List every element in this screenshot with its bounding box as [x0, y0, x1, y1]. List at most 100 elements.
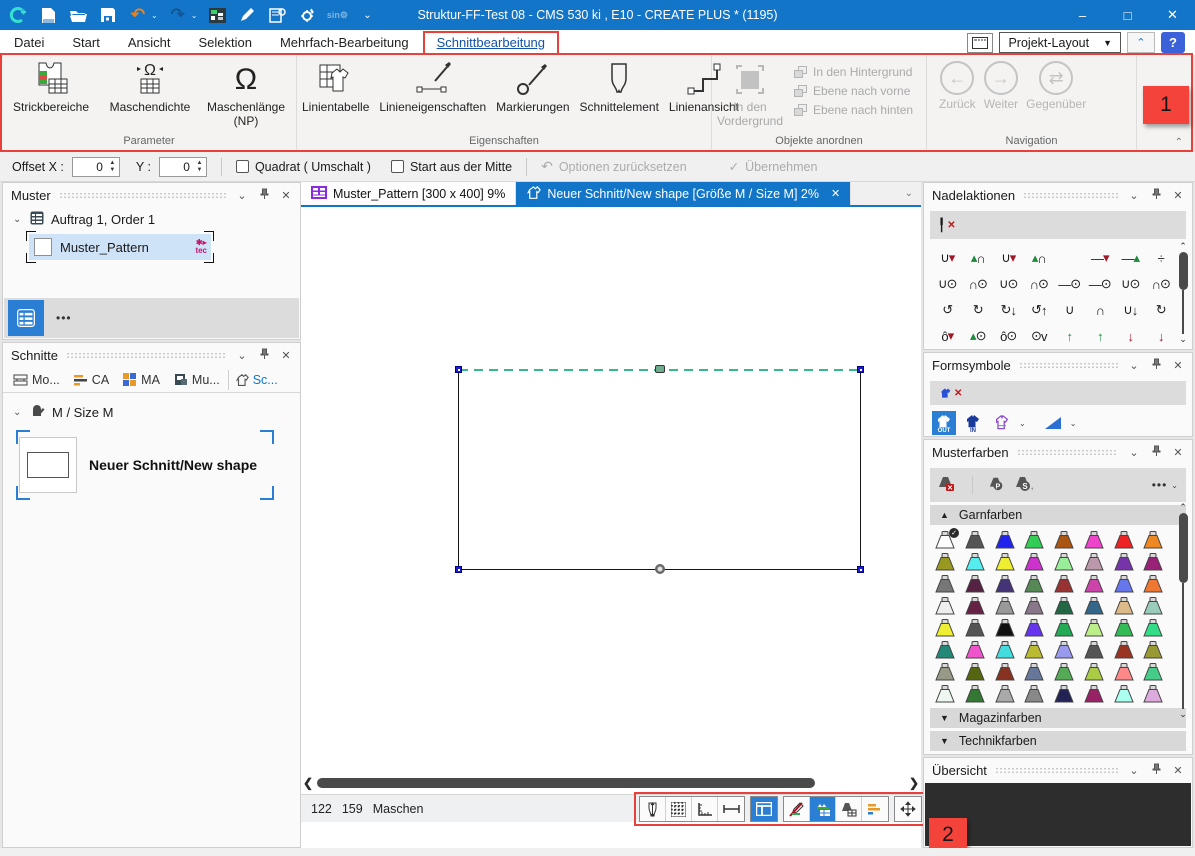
yarn-color-swatch[interactable]: [1083, 575, 1105, 593]
yarn-color-swatch[interactable]: [1113, 531, 1135, 549]
pattern-view-icon[interactable]: [810, 797, 836, 821]
zurueck-button[interactable]: ←Zurück: [935, 57, 980, 111]
yarn-color-swatch[interactable]: [1142, 663, 1164, 681]
yarn-color-swatch[interactable]: [994, 553, 1016, 571]
needle-scrollbar[interactable]: ⌃ ⌄: [1176, 241, 1190, 345]
needle-action-symbol[interactable]: ∪▾: [993, 245, 1024, 271]
reset-options-button[interactable]: ↶Optionen zurücksetzen: [541, 158, 687, 175]
gear-run-icon[interactable]: [297, 5, 317, 25]
scroll-right-icon[interactable]: ❯: [907, 776, 921, 790]
needle-action-symbol[interactable]: ∩⊙: [1024, 271, 1055, 297]
tab-muster[interactable]: Mu...: [168, 370, 226, 390]
pin-icon[interactable]: [1148, 358, 1164, 373]
vordergrund-button[interactable]: In den Vordergrund: [712, 57, 788, 131]
yarn-color-swatch[interactable]: [994, 663, 1016, 681]
yarn-color-swatch[interactable]: [1053, 553, 1075, 571]
handle-bottom-mid[interactable]: [655, 564, 665, 574]
pin-icon[interactable]: [256, 348, 272, 363]
shape-list-item-selected[interactable]: Neuer Schnitt/New shape: [19, 433, 271, 497]
yarn-color-swatch[interactable]: [1142, 619, 1164, 637]
yarn-color-swatch[interactable]: [934, 663, 956, 681]
yarn-color-swatch[interactable]: [964, 553, 986, 571]
yarn-color-swatch[interactable]: [1083, 619, 1105, 637]
needle-action-symbol[interactable]: ▴∩: [1024, 245, 1055, 271]
undo-dropdown-icon[interactable]: ⌄: [151, 11, 158, 20]
chevron-down-icon[interactable]: ⌄: [1126, 446, 1142, 459]
yarn-color-swatch[interactable]: [1113, 641, 1135, 659]
yarn-color-swatch[interactable]: [1083, 531, 1105, 549]
pattern-editor-icon[interactable]: [207, 5, 227, 25]
cone-table-icon[interactable]: [836, 797, 862, 821]
needle-action-symbol[interactable]: ↻: [963, 297, 994, 323]
close-tab-icon[interactable]: ✕: [831, 187, 840, 200]
yarn-color-swatch[interactable]: [934, 553, 956, 571]
tab-muster-pattern[interactable]: Muster_Pattern [300 x 400] 9%: [301, 182, 516, 205]
needle-action-symbol[interactable]: ∩⊙: [1146, 271, 1177, 297]
pattern-tree-item-selected[interactable]: Muster_Pattern ✱▸tec: [29, 234, 211, 260]
customize-chevron-icon[interactable]: ⌄: [357, 5, 377, 25]
needle-action-symbol[interactable]: ↻: [1146, 297, 1177, 323]
checkbox-icon[interactable]: [391, 160, 404, 173]
yarn-color-swatch[interactable]: [1023, 641, 1045, 659]
chevron-down-icon[interactable]: ⌄: [1126, 764, 1142, 777]
yarn-color-swatch[interactable]: [1053, 663, 1075, 681]
needle-action-symbol[interactable]: ↓: [1115, 323, 1146, 349]
yarn-color-swatch[interactable]: [934, 641, 956, 659]
yarn-color-swatch[interactable]: [1053, 641, 1075, 659]
offset-x-input[interactable]: 0▲▼: [72, 157, 120, 177]
yarn-color-swatch[interactable]: [964, 531, 986, 549]
needle-action-symbol[interactable]: ∩: [1085, 297, 1116, 323]
tree-expand-icon[interactable]: ⌄: [13, 214, 23, 225]
yarn-color-swatch[interactable]: [1023, 619, 1045, 637]
needle-action-symbol[interactable]: ↑: [1054, 323, 1085, 349]
scroll-down-icon[interactable]: ⌄: [1179, 334, 1187, 345]
tab-schnitte[interactable]: Sc...: [228, 370, 284, 390]
gegenueber-button[interactable]: ⇄Gegenüber: [1022, 57, 1090, 111]
linientabelle-button[interactable]: Linientabelle: [297, 57, 374, 117]
pencil-icon[interactable]: [237, 5, 257, 25]
yarn-color-swatch[interactable]: [934, 597, 956, 615]
ebene-hinten-button[interactable]: Ebene nach hinten: [794, 103, 913, 117]
chevron-down-icon[interactable]: ⌄: [1171, 481, 1178, 490]
window-layout-icon[interactable]: [967, 33, 993, 53]
yarn-color-swatch[interactable]: [994, 575, 1016, 593]
needle-action-symbol[interactable]: ∪↓: [1115, 297, 1146, 323]
yarn-color-swatch[interactable]: [1083, 641, 1105, 659]
collapse-panel-button[interactable]: ⌃: [1127, 32, 1155, 53]
scroll-up-icon[interactable]: ⌃: [1179, 502, 1187, 513]
width-icon[interactable]: [718, 797, 744, 821]
needle-action-symbol[interactable]: ▴⊙: [963, 323, 994, 349]
yarn-color-swatch[interactable]: [1142, 641, 1164, 659]
close-icon[interactable]: ✕: [1170, 446, 1186, 459]
chevron-down-icon[interactable]: ⌄: [234, 189, 250, 202]
ebene-vorne-button[interactable]: Ebene nach vorne: [794, 84, 913, 98]
needle-action-symbol[interactable]: ∪⊙: [993, 271, 1024, 297]
handle-top-left[interactable]: [455, 366, 462, 373]
needle-action-symbol[interactable]: —▴: [1115, 245, 1146, 271]
yarn-color-swatch[interactable]: [1023, 597, 1045, 615]
yarn-color-swatch[interactable]: [934, 575, 956, 593]
scrollbar-thumb[interactable]: [1179, 513, 1188, 583]
new-document-icon[interactable]: [38, 5, 58, 25]
yarn-color-swatch[interactable]: ✓: [934, 531, 956, 549]
layout-select[interactable]: Projekt-Layout▼: [999, 32, 1121, 53]
yarn-color-swatch[interactable]: [1113, 597, 1135, 615]
yarn-color-swatch[interactable]: [964, 619, 986, 637]
yarn-color-swatch[interactable]: [1142, 553, 1164, 571]
chevron-down-icon[interactable]: ⌄: [1019, 419, 1026, 428]
yarn-color-swatch[interactable]: [1053, 531, 1075, 549]
color-s-add-button[interactable]: S+: [1015, 476, 1033, 495]
yarn-color-swatch[interactable]: [934, 685, 956, 703]
linieneigenschaften-button[interactable]: Linieneigenschaften: [374, 57, 491, 117]
close-icon[interactable]: ✕: [278, 349, 294, 362]
measure-shape-icon[interactable]: [640, 797, 666, 821]
ribbon-collapse-icon[interactable]: ⌃: [1175, 137, 1183, 148]
mitte-checkbox[interactable]: Start aus der Mitte: [391, 160, 512, 174]
yarn-color-swatch[interactable]: [994, 531, 1016, 549]
close-icon[interactable]: ✕: [1170, 764, 1186, 777]
magazinfarben-section-header[interactable]: ▼ Magazinfarben: [930, 708, 1186, 728]
menu-ansicht[interactable]: Ansicht: [114, 32, 185, 53]
scrollbar-thumb[interactable]: [317, 778, 815, 788]
drawing-canvas[interactable]: [301, 209, 921, 770]
lines-view-icon[interactable]: [862, 797, 888, 821]
